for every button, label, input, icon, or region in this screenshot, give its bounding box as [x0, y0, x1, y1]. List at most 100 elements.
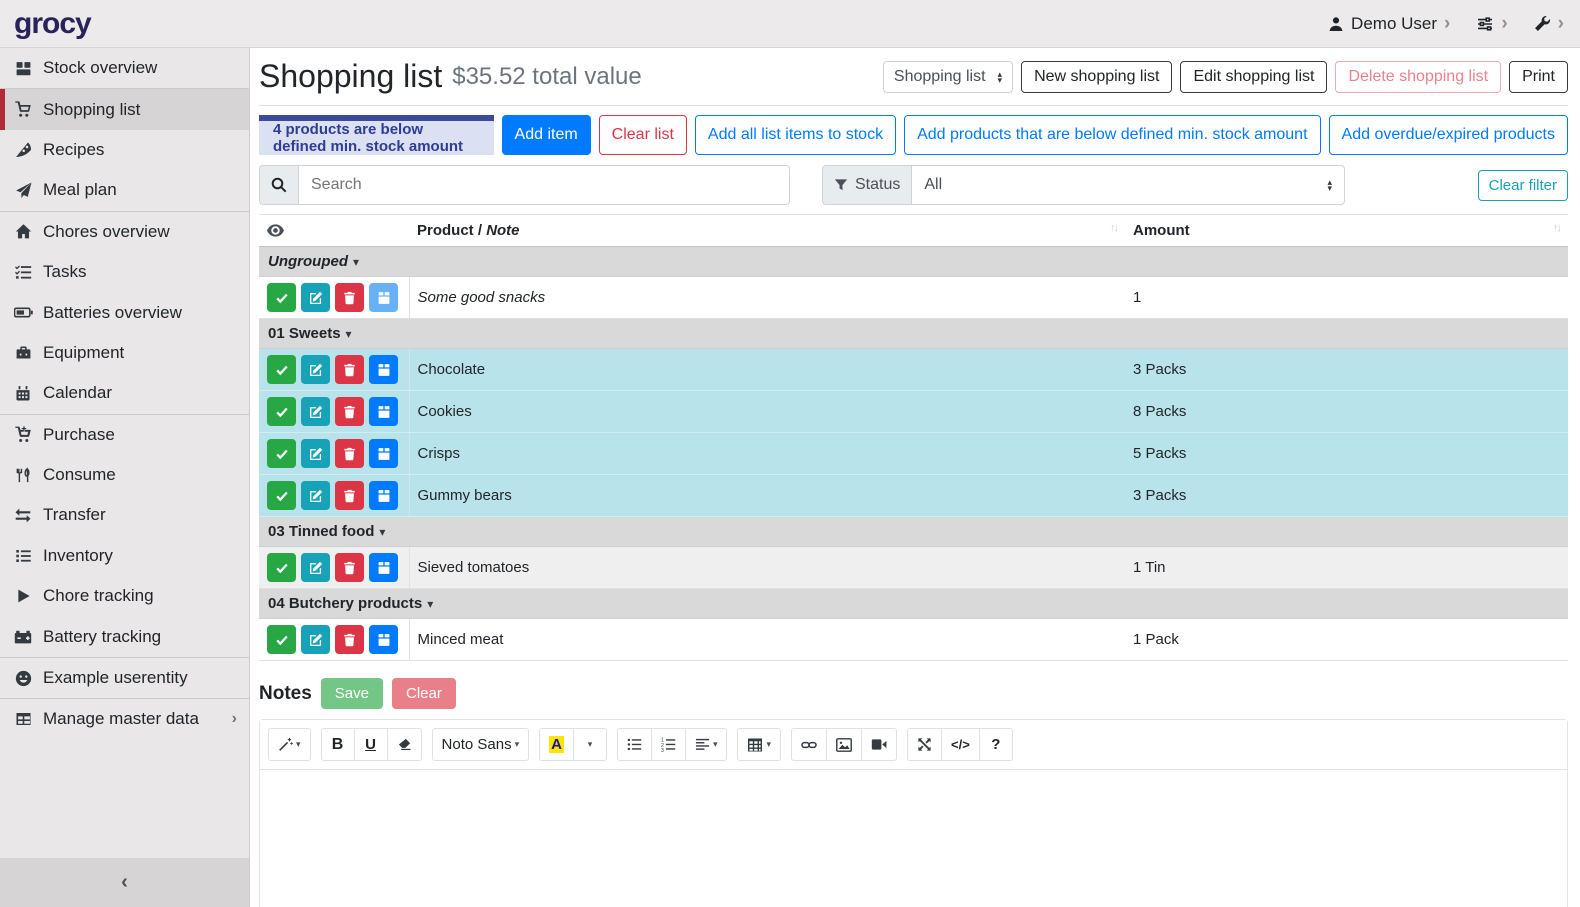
clear-filter-button[interactable]: Clear filter	[1478, 170, 1568, 201]
paragraph-align-button[interactable]: ▾	[685, 728, 728, 761]
sidebar-item-meal-plan[interactable]: Meal plan	[0, 170, 249, 210]
sidebar-item-battery-tracking[interactable]: Battery tracking	[0, 616, 249, 656]
row-add-to-stock-button[interactable]	[369, 553, 398, 582]
below-min-stock-alert[interactable]: 4 products are below defined min. stock …	[259, 115, 494, 155]
row-done-button[interactable]	[267, 553, 296, 582]
visibility-column-header[interactable]	[259, 215, 409, 247]
sidebar-item-label: Tasks	[43, 262, 86, 282]
product-column-header[interactable]: Product / Note ↑↓	[409, 215, 1125, 247]
row-edit-button[interactable]	[301, 625, 330, 654]
sidebar-item-equipment[interactable]: Equipment	[0, 333, 249, 373]
delete-shopping-list-button[interactable]: Delete shopping list	[1335, 61, 1501, 93]
group-header-ungrouped[interactable]: Ungrouped▾	[259, 247, 1568, 277]
row-edit-button[interactable]	[301, 553, 330, 582]
style-magic-button[interactable]: ▾	[268, 728, 311, 761]
row-done-button[interactable]	[267, 481, 296, 510]
sidebar-item-transfer[interactable]: Transfer	[0, 495, 249, 535]
new-shopping-list-button[interactable]: New shopping list	[1021, 61, 1172, 93]
fullscreen-button[interactable]	[907, 728, 942, 761]
settings-menu[interactable]: ›	[1476, 14, 1507, 33]
unordered-list-button[interactable]	[617, 728, 652, 761]
notes-save-button[interactable]: Save	[321, 678, 383, 709]
add-overdue-button[interactable]: Add overdue/expired products	[1329, 115, 1568, 155]
bold-button[interactable]: B	[321, 728, 355, 761]
row-delete-button[interactable]	[335, 283, 364, 312]
code-view-button[interactable]: </>	[941, 728, 980, 761]
row-add-to-stock-button[interactable]	[369, 283, 398, 312]
table-grid-icon	[747, 737, 763, 753]
row-done-button[interactable]	[267, 355, 296, 384]
sidebar-item-label: Shopping list	[43, 100, 140, 120]
sidebar-item-chores-overview[interactable]: Chores overview	[0, 212, 249, 252]
ordered-list-button[interactable]: 123	[651, 728, 686, 761]
main-content: Shopping list $35.52 total value Shoppin…	[250, 48, 1580, 907]
admin-menu[interactable]: ›	[1534, 14, 1564, 33]
home-icon	[12, 223, 34, 240]
sidebar-item-recipes[interactable]: Recipes	[0, 130, 249, 170]
row-done-button[interactable]	[267, 397, 296, 426]
underline-button[interactable]: U	[354, 728, 388, 761]
shopping-list-select[interactable]: Shopping list ▴▾	[883, 61, 1013, 93]
row-delete-button[interactable]	[335, 625, 364, 654]
item-amount: 5 Packs	[1125, 433, 1568, 475]
insert-video-button[interactable]	[861, 728, 897, 761]
row-done-button[interactable]	[267, 625, 296, 654]
eraser-button[interactable]	[387, 728, 422, 761]
font-family-button[interactable]: Noto Sans ▾	[432, 728, 530, 761]
row-add-to-stock-button[interactable]	[369, 397, 398, 426]
row-delete-button[interactable]	[335, 355, 364, 384]
add-item-button[interactable]: Add item	[502, 115, 591, 155]
row-add-to-stock-button[interactable]	[369, 355, 398, 384]
sidebar-item-chore-tracking[interactable]: Chore tracking	[0, 576, 249, 616]
row-edit-button[interactable]	[301, 439, 330, 468]
add-below-min-stock-button[interactable]: Add products that are below defined min.…	[904, 115, 1320, 155]
sidebar-item-consume[interactable]: Consume	[0, 455, 249, 495]
print-button[interactable]: Print	[1509, 61, 1568, 93]
sidebar-item-purchase[interactable]: Purchase	[0, 415, 249, 455]
edit-shopping-list-button[interactable]: Edit shopping list	[1180, 61, 1327, 93]
group-header-sweets[interactable]: 01 Sweets▾	[259, 319, 1568, 349]
insert-link-button[interactable]	[791, 728, 827, 761]
row-add-to-stock-button[interactable]	[369, 481, 398, 510]
sidebar-item-shopping-list[interactable]: Shopping list	[0, 89, 249, 129]
user-menu[interactable]: Demo User ›	[1328, 14, 1450, 34]
table-row: Sieved tomatoes 1 Tin	[259, 547, 1568, 589]
clear-list-button[interactable]: Clear list	[599, 115, 687, 155]
row-edit-button[interactable]	[301, 355, 330, 384]
sidebar-item-tasks[interactable]: Tasks	[0, 252, 249, 292]
row-done-button[interactable]	[267, 283, 296, 312]
group-header-tinned-food[interactable]: 03 Tinned food▾	[259, 517, 1568, 547]
sidebar-item-batteries-overview[interactable]: Batteries overview	[0, 292, 249, 332]
row-edit-button[interactable]	[301, 397, 330, 426]
row-edit-button[interactable]	[301, 283, 330, 312]
insert-picture-button[interactable]	[826, 728, 862, 761]
amount-column-header[interactable]: Amount ↑↓	[1125, 215, 1568, 247]
table-button[interactable]: ▾	[737, 728, 781, 761]
search-input[interactable]	[298, 165, 790, 205]
sidebar-item-manage-master-data[interactable]: Manage master data ›	[0, 699, 249, 739]
notes-editor-textarea[interactable]	[260, 770, 1567, 907]
font-color-button[interactable]: A	[539, 728, 574, 761]
font-color-dropdown-button[interactable]: ▾	[573, 728, 607, 761]
sidebar-item-stock-overview[interactable]: Stock overview	[0, 48, 249, 88]
notes-clear-button[interactable]: Clear	[392, 678, 456, 709]
smile-icon	[12, 670, 34, 687]
sidebar-item-label: Equipment	[43, 343, 124, 363]
help-button[interactable]: ?	[979, 728, 1013, 761]
row-delete-button[interactable]	[335, 553, 364, 582]
sidebar-item-calendar[interactable]: Calendar	[0, 373, 249, 413]
row-delete-button[interactable]	[335, 439, 364, 468]
row-delete-button[interactable]	[335, 481, 364, 510]
row-delete-button[interactable]	[335, 397, 364, 426]
group-name: 03 Tinned food	[268, 523, 374, 540]
row-add-to-stock-button[interactable]	[369, 439, 398, 468]
status-filter-select[interactable]: All ▴▾	[911, 165, 1345, 205]
row-edit-button[interactable]	[301, 481, 330, 510]
group-header-butchery-products[interactable]: 04 Butchery products▾	[259, 589, 1568, 619]
row-add-to-stock-button[interactable]	[369, 625, 398, 654]
sidebar-collapse-button[interactable]: ‹	[0, 858, 249, 907]
sidebar-item-example-userentity[interactable]: Example userentity	[0, 658, 249, 698]
add-all-to-stock-button[interactable]: Add all list items to stock	[695, 115, 896, 155]
sidebar-item-inventory[interactable]: Inventory	[0, 536, 249, 576]
row-done-button[interactable]	[267, 439, 296, 468]
